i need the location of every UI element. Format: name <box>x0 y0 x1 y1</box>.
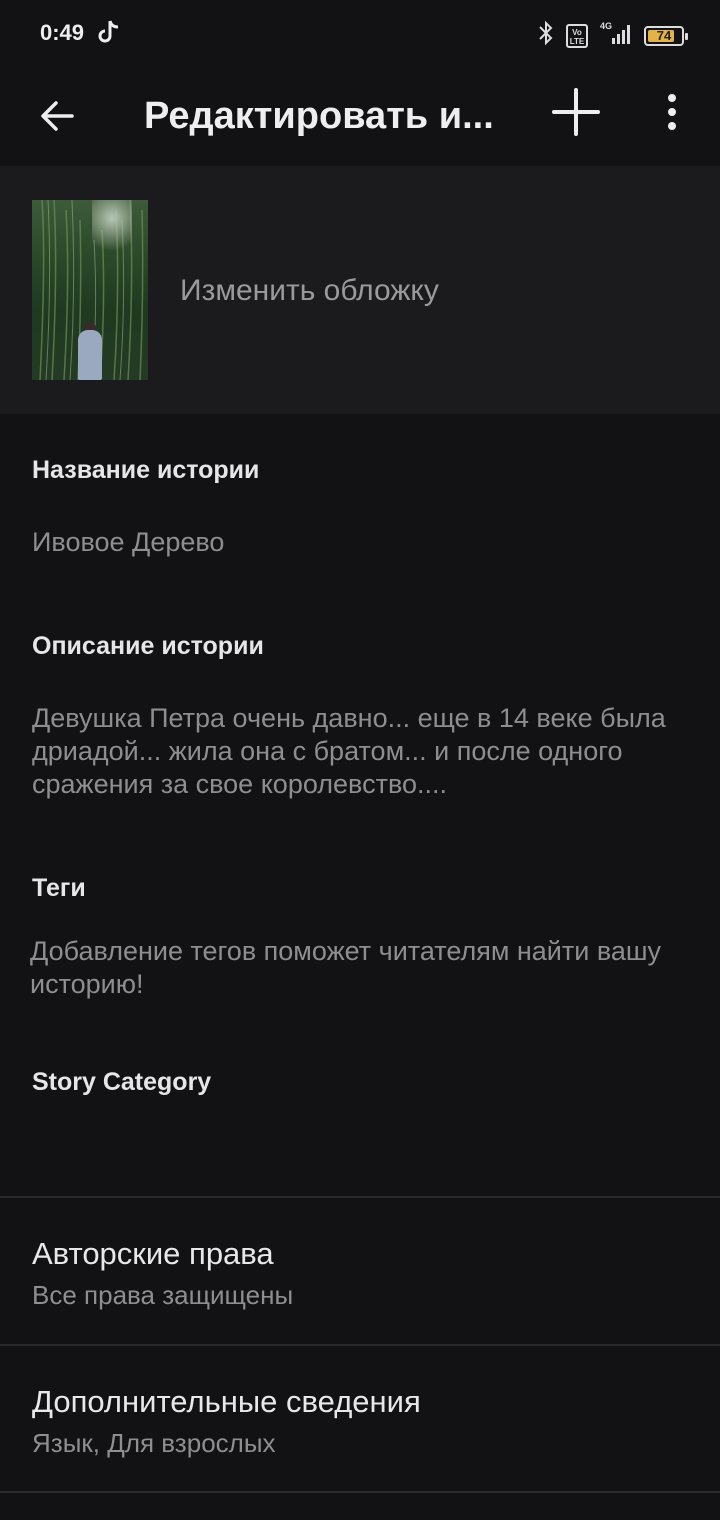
cover-image[interactable] <box>32 200 148 380</box>
additional-details-row[interactable]: Дополнительные сведения Язык, Для взросл… <box>0 1346 720 1492</box>
svg-text:4G: 4G <box>600 21 612 31</box>
page-title: Редактировать и... <box>144 95 494 137</box>
additional-details-title: Дополнительные сведения <box>32 1384 421 1419</box>
copyright-subtitle: Все права защищены <box>32 1280 294 1310</box>
cover-section[interactable]: Изменить обложку <box>0 166 720 414</box>
story-category-label[interactable]: Story Category <box>32 1068 211 1097</box>
tags-input[interactable]: Добавление тегов поможет читателям найти… <box>30 935 690 1001</box>
status-time: 0:49 <box>40 20 85 45</box>
battery-icon: 74 <box>644 25 688 46</box>
plus-icon[interactable] <box>550 86 602 138</box>
change-cover-button[interactable]: Изменить обложку <box>180 274 439 308</box>
story-title-input[interactable]: Ивовое Дерево <box>32 526 692 559</box>
tags-label: Теги <box>32 874 86 902</box>
status-bar: 0:49 Vo LTE 4G 74 <box>0 0 720 70</box>
story-description-label: Описание истории <box>32 632 264 660</box>
arrow-back-icon[interactable] <box>36 94 80 138</box>
story-description-input[interactable]: Девушка Петра очень давно... еще в 14 ве… <box>32 702 692 801</box>
app-bar: Редактировать и... <box>0 70 720 166</box>
story-title-label: Название истории <box>32 456 260 484</box>
battery-level: 74 <box>656 27 672 43</box>
additional-details-subtitle: Язык, Для взрослых <box>32 1428 276 1458</box>
volte-icon: Vo LTE <box>566 23 588 48</box>
more-vert-icon[interactable] <box>660 92 684 136</box>
tiktok-icon <box>97 18 123 51</box>
copyright-title: Авторские права <box>32 1236 274 1271</box>
divider <box>0 1491 720 1493</box>
bluetooth-icon <box>536 20 556 51</box>
signal-icon: 4G <box>598 20 634 51</box>
copyright-row[interactable]: Авторские права Все права защищены <box>0 1198 720 1344</box>
